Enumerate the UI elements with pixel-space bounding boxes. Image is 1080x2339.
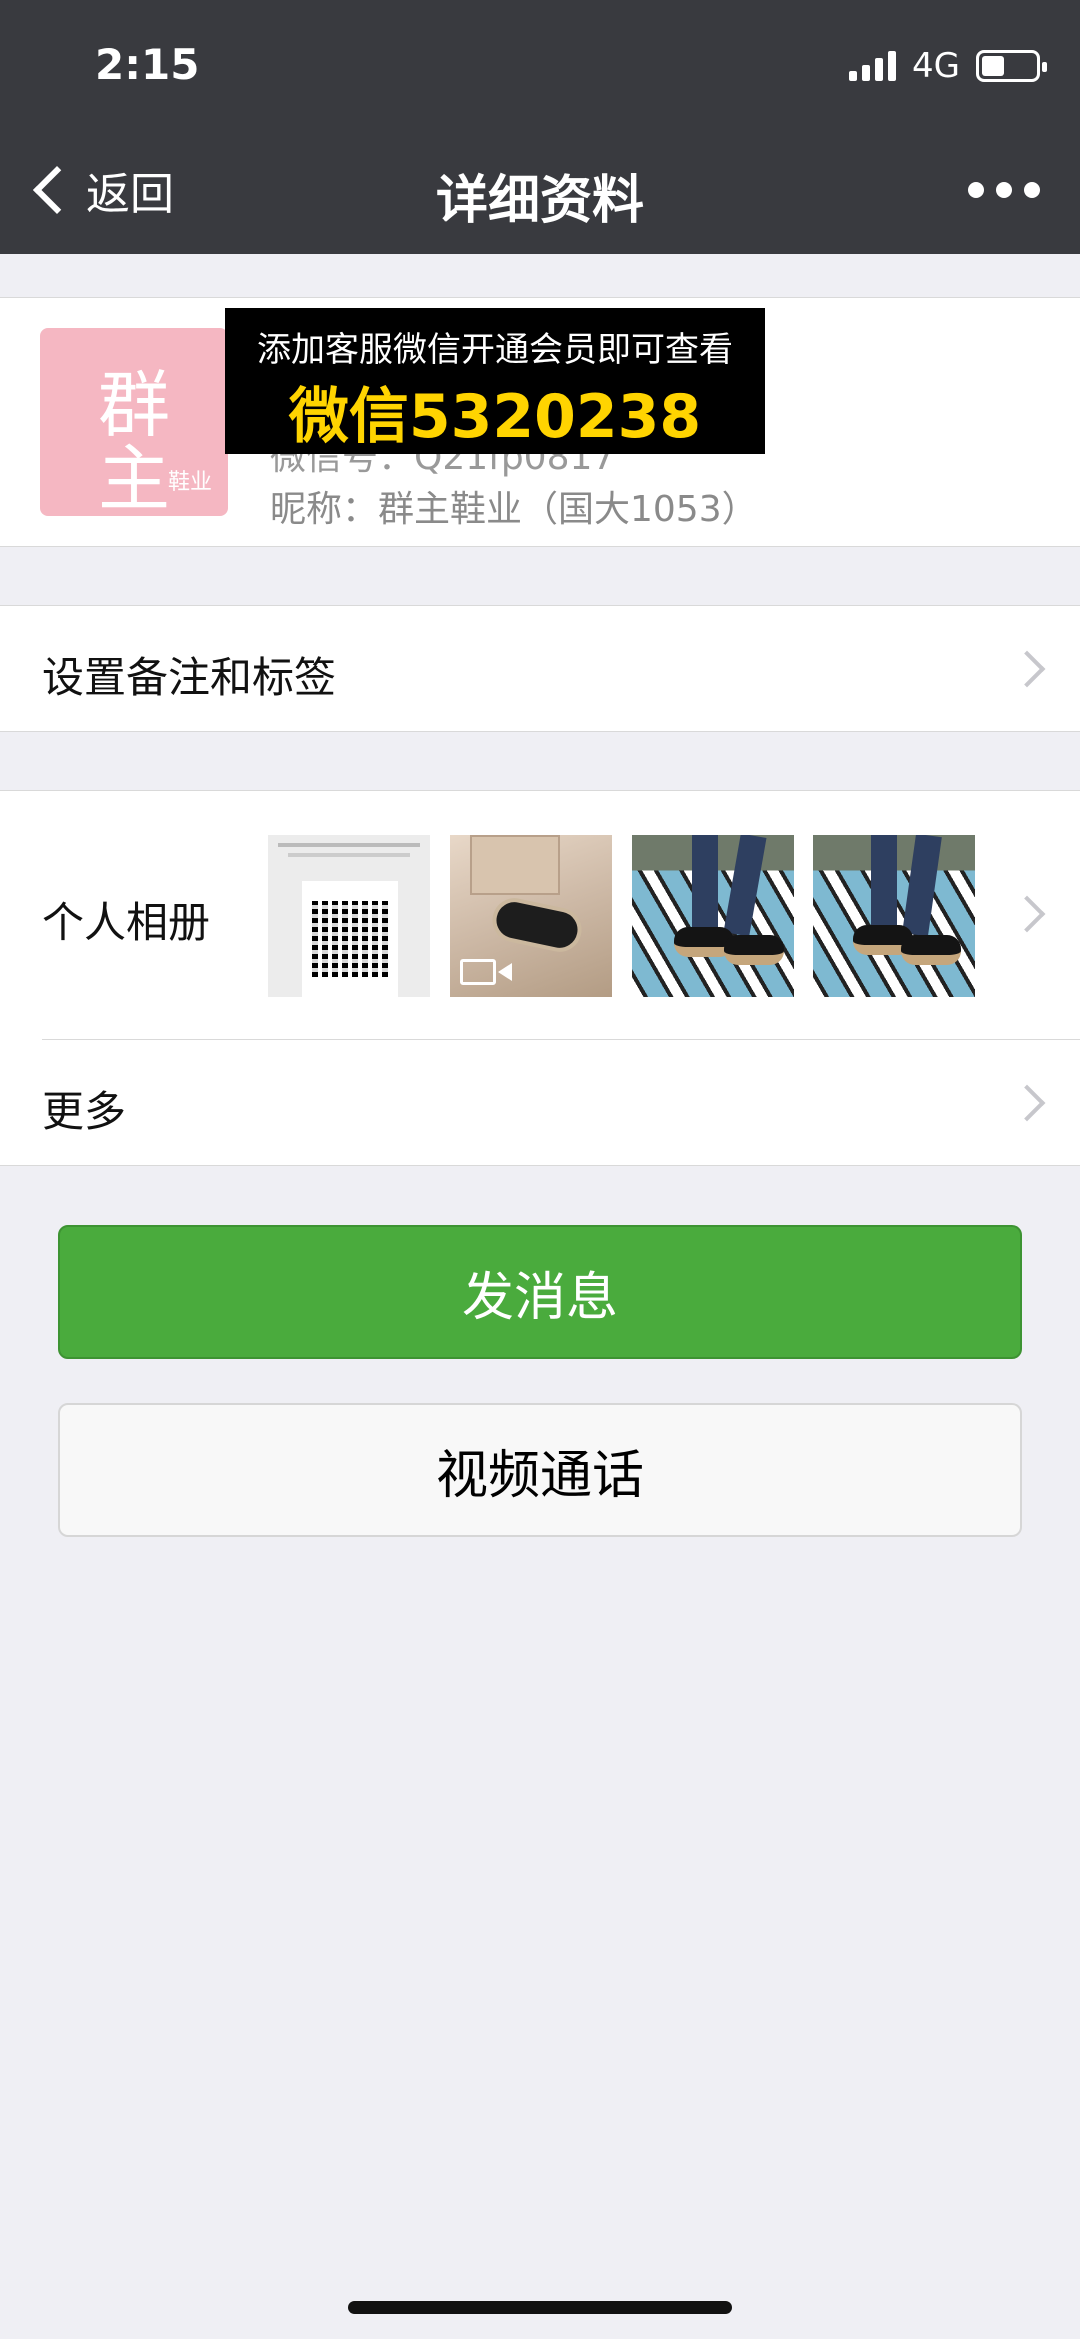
page-title: 详细资料 [435,171,644,231]
nickname: 昵称：群主鞋业（国大1053） [270,489,758,530]
avatar-text-2: 主 [98,437,171,516]
status-time: 2:15 [95,40,200,89]
nav-bar: 返回 详细资料 [0,130,1080,254]
overlay-ad-banner: 添加客服微信开通会员即可查看 微信5320238 [225,308,765,454]
home-indicator[interactable] [348,2301,732,2314]
profile-screen: 2:15 4G 返回 详细资料 群 主 鞋业 微信号：Q21fp0817 昵称：… [0,0,1080,2339]
album-cell[interactable]: 个人相册 [0,791,1080,1039]
status-bar: 2:15 4G [0,0,1080,130]
network-type: 4G [912,46,960,86]
ad-line-1: 添加客服微信开通会员即可查看 [257,330,733,370]
set-remark-cell[interactable]: 设置备注和标签 [0,605,1080,732]
video-call-button[interactable]: 视频通话 [58,1403,1022,1537]
chevron-right-icon [1008,1084,1046,1122]
chevron-right-icon [1008,895,1046,933]
avatar[interactable]: 群 主 鞋业 [40,328,228,516]
album-thumbnail-qr[interactable] [268,835,430,997]
chevron-right-icon [1008,650,1046,688]
more-label: 更多 [42,1087,127,1136]
signal-icon [849,51,897,81]
video-camera-icon [460,959,496,985]
album-thumbnail-video[interactable] [450,835,612,997]
album-thumbnail-photo[interactable] [813,835,975,997]
album-thumbnail-photo[interactable] [632,835,794,997]
more-options-icon[interactable] [968,182,1040,198]
send-message-button[interactable]: 发消息 [58,1225,1022,1359]
qr-code-icon [312,901,388,977]
battery-icon [976,50,1047,82]
ad-line-2: 微信5320238 [288,382,702,452]
album-label: 个人相册 [42,898,211,947]
more-cell[interactable]: 更多 [0,1040,1080,1167]
status-indicators: 4G [849,46,1047,86]
album-more-group: 个人相册 更多 [0,790,1080,1166]
avatar-text-small: 鞋业 [167,470,212,495]
set-remark-label: 设置备注和标签 [42,653,337,702]
